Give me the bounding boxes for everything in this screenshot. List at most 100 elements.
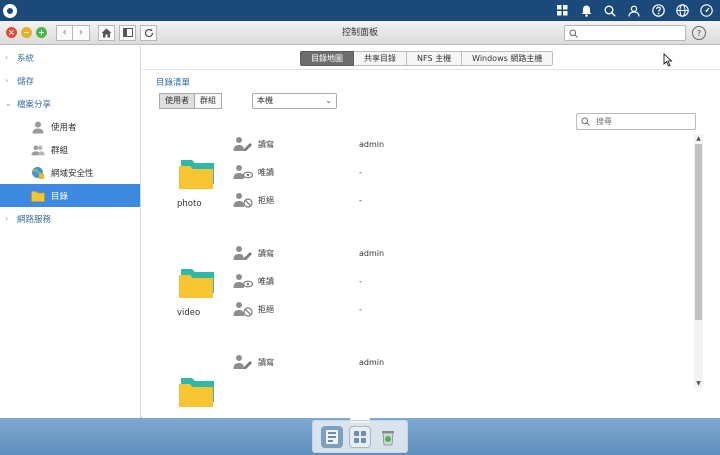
home-button[interactable] bbox=[98, 24, 115, 41]
help-icon[interactable] bbox=[646, 0, 670, 21]
forward-button[interactable]: › bbox=[73, 24, 90, 41]
folder-icon bbox=[179, 160, 214, 189]
permission-label: 唯讀 bbox=[258, 276, 274, 286]
title-bar: × − + ‹ › 控制面板 ? bbox=[0, 21, 720, 45]
control-panel-app-icon[interactable] bbox=[321, 425, 343, 448]
chevron-down-icon: ⌄ bbox=[325, 96, 332, 105]
minimize-window-button[interactable]: − bbox=[21, 27, 32, 38]
user-icon bbox=[31, 120, 45, 134]
chevron-left-icon: ‹ bbox=[62, 27, 67, 38]
permission-label: 拒絕 bbox=[258, 304, 274, 314]
home-icon bbox=[101, 28, 112, 37]
folder-name: video bbox=[177, 308, 201, 318]
scroll-up-icon[interactable]: ▲ bbox=[694, 134, 703, 143]
app-logo-icon[interactable] bbox=[3, 3, 17, 18]
permission-value: - bbox=[359, 195, 362, 205]
sidebar: › 系統 › 儲存 ⌄ 檔案分享 使用者 群組 網域安全性 目錄 › 網路服務 bbox=[0, 46, 141, 418]
sidebar-item-storage[interactable]: › 儲存 bbox=[0, 69, 140, 92]
source-select-value: 本機 bbox=[257, 96, 273, 105]
toggle-sidebar-button[interactable] bbox=[119, 24, 136, 41]
permission-row: 唯讀 - bbox=[233, 272, 362, 290]
search-icon bbox=[569, 29, 578, 38]
scroll-down-icon[interactable]: ▼ bbox=[694, 379, 703, 388]
sidebar-subitem-label: 目錄 bbox=[51, 191, 69, 202]
permission-label: 讀寫 bbox=[258, 248, 274, 258]
folder-icon bbox=[31, 189, 45, 203]
permission-value: - bbox=[359, 276, 362, 286]
permission-label: 拒絕 bbox=[258, 195, 274, 205]
maximize-icon: + bbox=[38, 27, 45, 37]
window-search-input[interactable] bbox=[581, 28, 681, 38]
permission-value: admin bbox=[359, 139, 385, 149]
app-grid-icon[interactable] bbox=[349, 425, 371, 448]
close-window-button[interactable]: × bbox=[6, 27, 17, 38]
list-item[interactable]: 讀寫 admin bbox=[142, 352, 692, 413]
group-view-button[interactable]: 群組 bbox=[195, 93, 222, 109]
window-help-button[interactable]: ? bbox=[692, 26, 706, 40]
permission-value: - bbox=[359, 167, 362, 177]
read-write-icon bbox=[233, 355, 252, 369]
sidebar-item-network-services[interactable]: › 網路服務 bbox=[0, 207, 140, 230]
directory-search-box[interactable] bbox=[576, 113, 696, 130]
chevron-right-icon: › bbox=[5, 53, 9, 62]
folder-icon bbox=[179, 378, 214, 407]
sidebar-item-system[interactable]: › 系統 bbox=[0, 46, 140, 69]
read-only-icon bbox=[233, 274, 253, 288]
chevron-right-icon: › bbox=[5, 214, 9, 223]
window-search-box[interactable] bbox=[564, 25, 686, 41]
permission-value: - bbox=[359, 304, 362, 314]
user-view-button[interactable]: 使用者 bbox=[159, 93, 195, 109]
sidebar-subitem-label: 群組 bbox=[51, 145, 69, 156]
permission-row: 拒絕 - bbox=[233, 300, 362, 318]
source-select[interactable]: 本機 ⌄ bbox=[252, 93, 337, 109]
list-item[interactable]: video 讀寫 admin 唯讀 - 拒絕 - bbox=[142, 243, 692, 352]
sidebar-subitem-label: 使用者 bbox=[51, 122, 77, 133]
maximize-window-button[interactable]: + bbox=[36, 27, 47, 38]
tab-shared-directories[interactable]: 共享目錄 bbox=[354, 51, 407, 66]
folder-icon bbox=[179, 269, 214, 298]
tab-directory-map[interactable]: 目錄地圖 bbox=[300, 51, 354, 66]
grid-menu-icon[interactable] bbox=[550, 0, 574, 21]
group-icon bbox=[31, 143, 45, 157]
user-icon[interactable] bbox=[622, 0, 646, 21]
sidebar-subitem-domain-security[interactable]: 網域安全性 bbox=[0, 161, 140, 184]
sidebar-subitem-groups[interactable]: 群組 bbox=[0, 138, 140, 161]
tab-nfs-host[interactable]: NFS 主機 bbox=[407, 51, 463, 66]
permission-row: 讀寫 admin bbox=[233, 353, 384, 371]
tab-windows-network-host[interactable]: Windows 網路主機 bbox=[462, 51, 554, 66]
refresh-button[interactable] bbox=[140, 24, 157, 41]
deny-icon bbox=[233, 302, 253, 317]
dashboard-gauge-icon[interactable] bbox=[694, 0, 718, 21]
scroll-thumb[interactable] bbox=[695, 144, 702, 320]
permission-label: 讀寫 bbox=[258, 357, 274, 367]
sidebar-subitem-directory[interactable]: 目錄 bbox=[0, 184, 140, 207]
search-icon bbox=[581, 117, 590, 126]
list-item[interactable]: photo 讀寫 admin 唯讀 - 拒絕 - bbox=[142, 134, 692, 243]
directory-list: photo 讀寫 admin 唯讀 - 拒絕 - video 讀寫 admin … bbox=[142, 134, 692, 413]
main-content: 目錄地圖 共享目錄 NFS 主機 Windows 網路主機 目錄清單 使用者 群… bbox=[142, 46, 720, 418]
sidebar-item-label: 網路服務 bbox=[17, 214, 52, 225]
help-icon: ? bbox=[696, 28, 702, 38]
permission-value: admin bbox=[359, 248, 385, 258]
bell-icon[interactable] bbox=[574, 0, 598, 21]
folder-name: photo bbox=[177, 199, 202, 209]
chevron-right-icon: › bbox=[79, 27, 83, 38]
directory-search-input[interactable] bbox=[596, 117, 692, 126]
view-toggle: 使用者 群組 bbox=[159, 93, 222, 109]
permission-row: 唯讀 - bbox=[233, 163, 362, 181]
globe-icon[interactable] bbox=[670, 0, 694, 21]
scrollbar[interactable]: ▲ ▼ bbox=[694, 134, 703, 388]
back-button[interactable]: ‹ bbox=[56, 24, 73, 41]
read-write-icon bbox=[233, 246, 252, 260]
refresh-icon bbox=[144, 28, 153, 37]
sidebar-item-file-sharing[interactable]: ⌄ 檔案分享 bbox=[0, 92, 140, 115]
minimize-icon: − bbox=[23, 27, 30, 37]
recycle-bin-icon[interactable] bbox=[377, 426, 399, 448]
search-icon[interactable] bbox=[598, 0, 622, 21]
taskbar-dock bbox=[312, 420, 408, 453]
permission-label: 讀寫 bbox=[258, 139, 274, 149]
chevron-right-icon: › bbox=[5, 76, 9, 85]
divider bbox=[142, 69, 720, 70]
sidebar-item-label: 儲存 bbox=[17, 76, 35, 87]
sidebar-subitem-users[interactable]: 使用者 bbox=[0, 115, 140, 138]
